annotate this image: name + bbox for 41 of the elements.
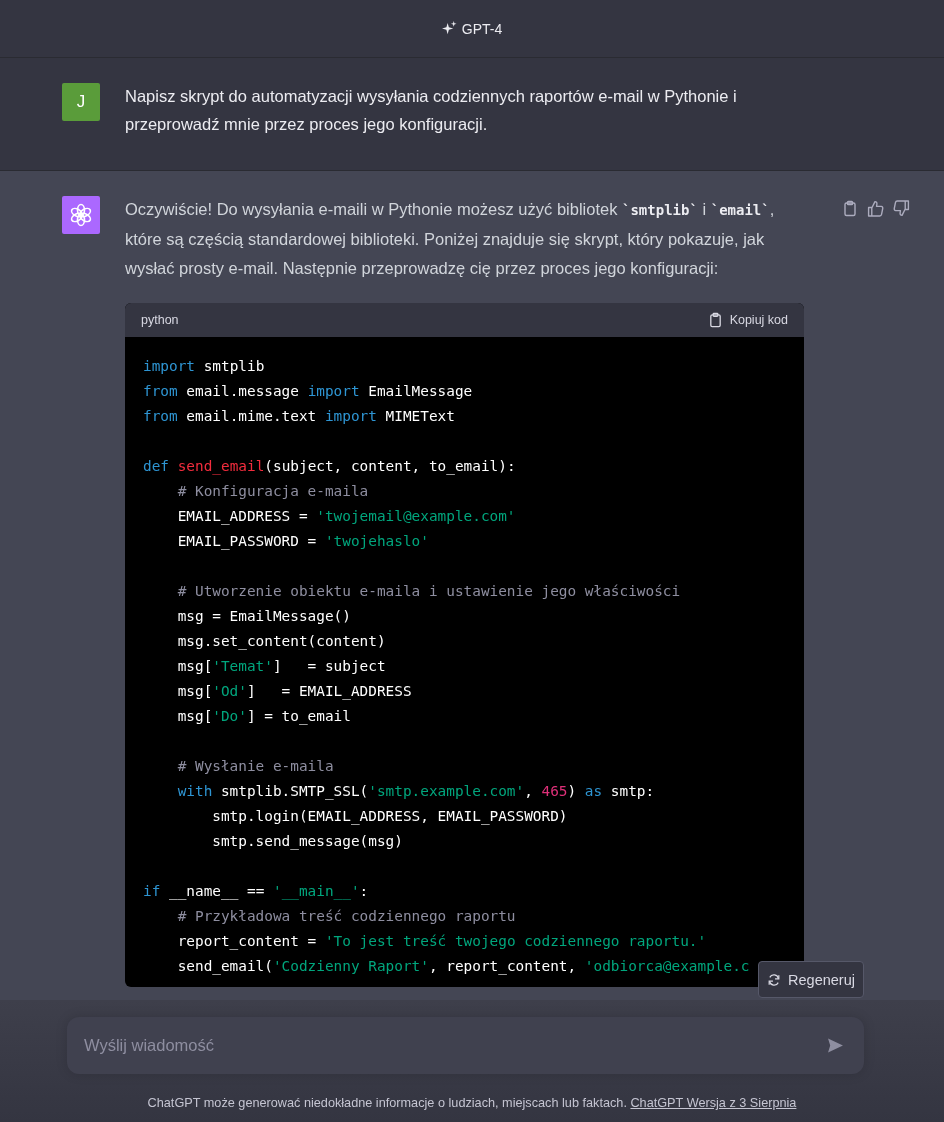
send-button[interactable]	[827, 1037, 844, 1054]
code-line: # Przykładowa treść codziennego raportu	[177, 907, 516, 926]
code-line: send_email('Codzienny Raport', report_content, 'odbiorca@example.c	[177, 957, 750, 977]
code-line: EMAIL_PASSWORD = 'twojehaslo'	[177, 532, 429, 552]
disclaimer-text: ChatGPT może generować niedokładne informacje o ludziach, miejscach lub faktach. ChatGPT Wersja z 3 Sierpnia	[146, 1096, 798, 1110]
clipboard-icon	[707, 312, 723, 328]
thumbs-down-icon	[893, 200, 910, 217]
regenerate-button[interactable]: Regeneruj	[758, 961, 864, 998]
language-label: python	[141, 313, 179, 327]
user-avatar: J	[62, 83, 100, 121]
code-line: msg.set_content(content)	[177, 632, 386, 652]
code-line: with smtplib.SMTP_SSL('smtp.example.com', 465) as smtp:	[177, 782, 655, 802]
code-line: import smtplib	[143, 357, 265, 376]
clipboard-icon	[842, 200, 858, 217]
code-line: from email.message import EmailMessage	[143, 382, 473, 401]
code-line: def send_email(subject, content, to_email):	[143, 457, 516, 477]
code-line: # Konfiguracja e-maila	[177, 482, 369, 501]
user-message-text: Napisz skrypt do automatyzacji wysyłania codziennych raportów e-mail w Pythonie i przeprowadź mnie przez proces jego konfiguracji.	[125, 86, 738, 135]
version-link[interactable]: ChatGPT Wersja z 3 Sierpnia	[630, 1096, 797, 1110]
code-line: msg['Do'] = to_email	[177, 707, 351, 727]
message-input-field[interactable]: Wyślij wiadomość	[67, 1017, 864, 1074]
thumbs-up-icon	[867, 200, 884, 217]
sparkle-icon	[441, 21, 457, 36]
code-line: msg['Temat'] = subject	[177, 657, 386, 676]
code-line: smtp.send_message(msg)	[212, 832, 403, 852]
code-line: report_content = 'To jest treść twojego codziennego raportu.'	[177, 932, 707, 952]
flower-logo-icon	[68, 202, 94, 228]
code-line: # Wysłanie e-maila	[177, 757, 334, 776]
code-line: msg['Od'] = EMAIL_ADDRESS	[177, 682, 412, 702]
thumbs-up-button[interactable]	[867, 200, 884, 220]
refresh-icon	[767, 972, 782, 987]
send-icon	[827, 1037, 844, 1054]
copy-code-button[interactable]: Kopiuj kod	[707, 312, 788, 328]
code-line: from email.mime.text import MIMEText	[143, 407, 455, 426]
code-line: EMAIL_ADDRESS = 'twojemail@example.com'	[177, 507, 516, 527]
code-line: # Utworzenie obiektu e-maila i ustawienie jego właściwości	[177, 582, 681, 601]
model-name: GPT-4	[461, 20, 503, 37]
code-line: if __name__ == '__main__':	[143, 882, 369, 902]
code-line: msg = EmailMessage()	[177, 607, 351, 626]
code-line: smtp.login(EMAIL_ADDRESS, EMAIL_PASSWORD)	[212, 807, 568, 827]
assistant-message-text: Oczywiście! Do wysyłania e-maili w Pythonie możesz użyć bibliotek `smtplib` i `email`, które są częścią standardowej biblioteki. Poniżej znajduje się skrypt, który pokazuje, jak wysłać prosty e-mail. Następnie przeprowadzę cię przez proces jego konfiguracji:	[125, 199, 776, 279]
